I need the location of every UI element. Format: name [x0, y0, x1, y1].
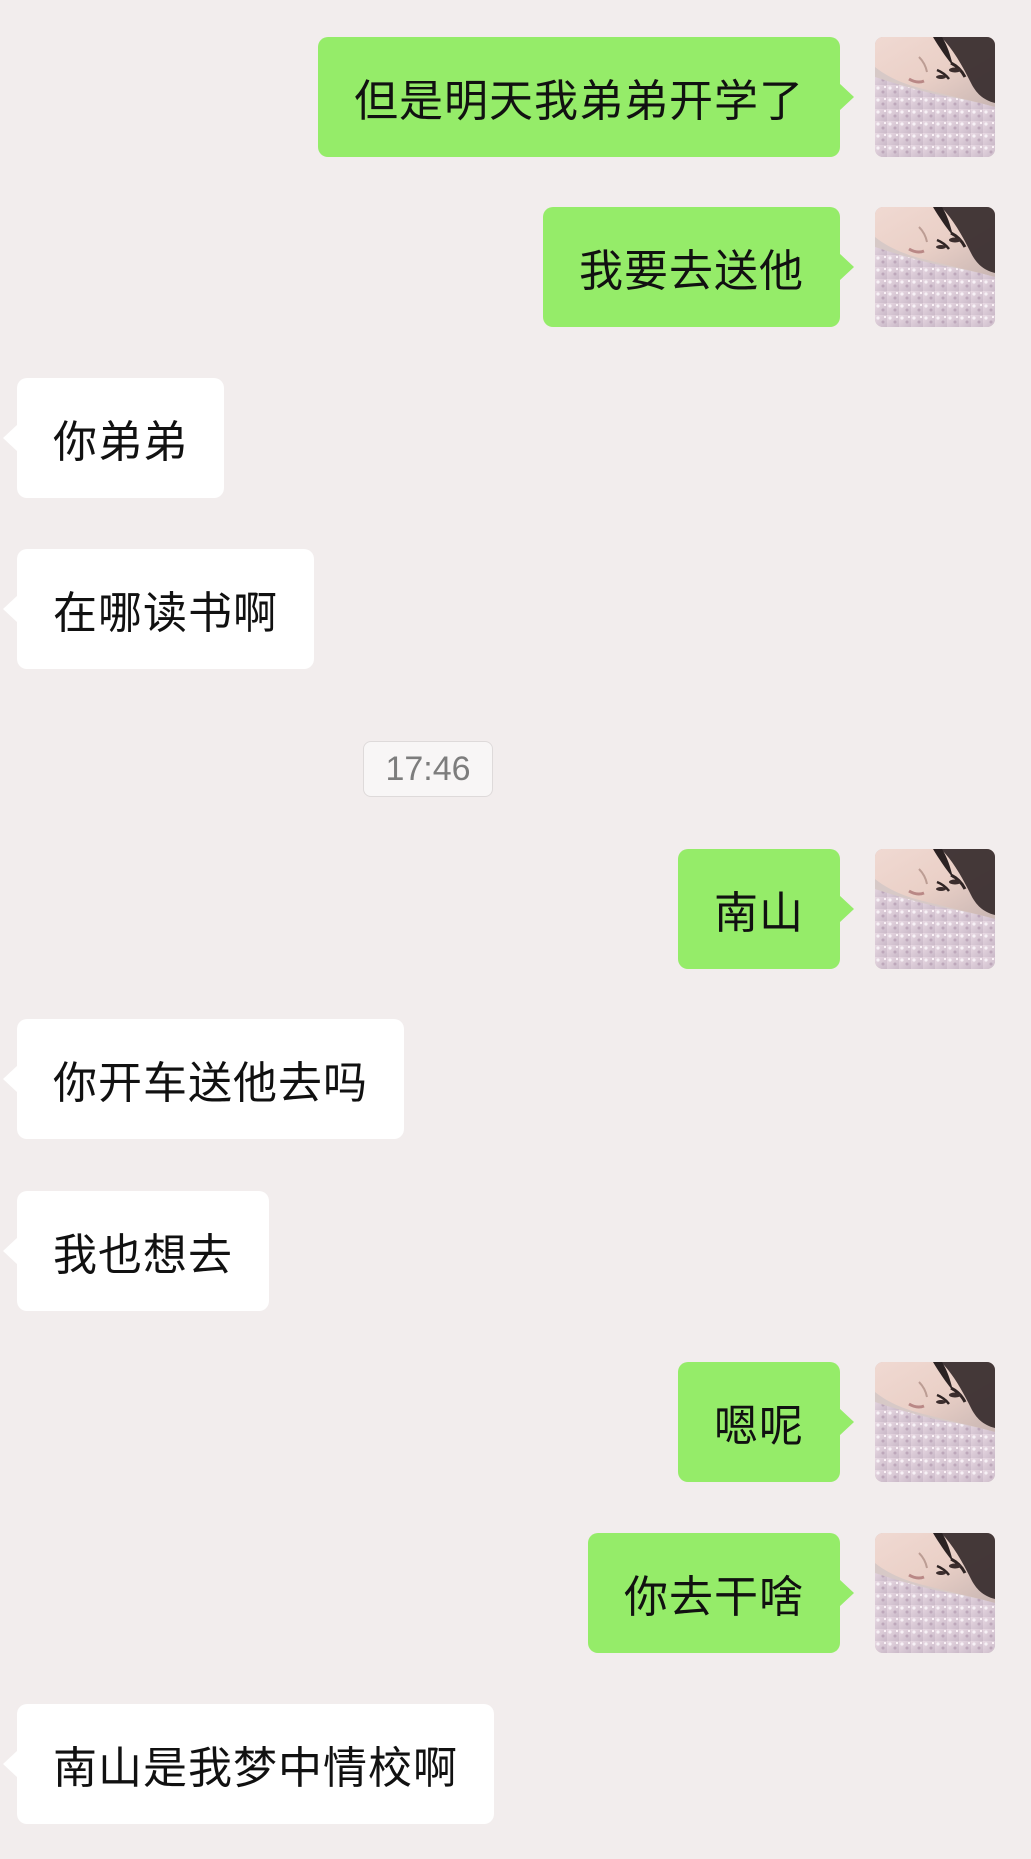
message-row: 你去干啥: [0, 1533, 1031, 1653]
message-row: 但是明天我弟弟开学了: [0, 37, 1031, 157]
incoming-message-bubble[interactable]: 你开车送他去吗: [3, 1019, 404, 1139]
outgoing-message-bubble[interactable]: 嗯呢: [678, 1362, 854, 1482]
message-timestamp: 17:46: [363, 741, 493, 797]
incoming-message-bubble[interactable]: 南山是我梦中情校啊: [3, 1704, 494, 1824]
message-row: 我要去送他: [0, 207, 1031, 327]
chat-scroll-area[interactable]: 但是明天我弟弟开学了 我要去送他 你弟弟 在哪读书啊 17:46 南山 你开车送…: [0, 0, 1031, 1859]
outgoing-message-bubble[interactable]: 但是明天我弟弟开学了: [318, 37, 854, 157]
message-row: 在哪读书啊: [0, 549, 1031, 669]
incoming-message-bubble[interactable]: 在哪读书啊: [3, 549, 314, 669]
incoming-message-bubble[interactable]: 你弟弟: [3, 378, 224, 498]
outgoing-message-bubble[interactable]: 我要去送他: [543, 207, 854, 327]
user-avatar-icon[interactable]: [875, 1533, 995, 1653]
user-avatar-icon[interactable]: [875, 37, 995, 157]
user-avatar-icon[interactable]: [875, 207, 995, 327]
message-row: 嗯呢: [0, 1362, 1031, 1482]
user-avatar-icon[interactable]: [875, 849, 995, 969]
message-row: 你弟弟: [0, 378, 1031, 498]
outgoing-message-bubble[interactable]: 你去干啥: [588, 1533, 854, 1653]
message-row: 南山: [0, 849, 1031, 969]
message-row: 南山是我梦中情校啊: [0, 1704, 1031, 1824]
user-avatar-icon[interactable]: [875, 1362, 995, 1482]
message-row: 我也想去: [0, 1191, 1031, 1311]
message-row: 你开车送他去吗: [0, 1019, 1031, 1139]
incoming-message-bubble[interactable]: 我也想去: [3, 1191, 269, 1311]
outgoing-message-bubble[interactable]: 南山: [678, 849, 854, 969]
